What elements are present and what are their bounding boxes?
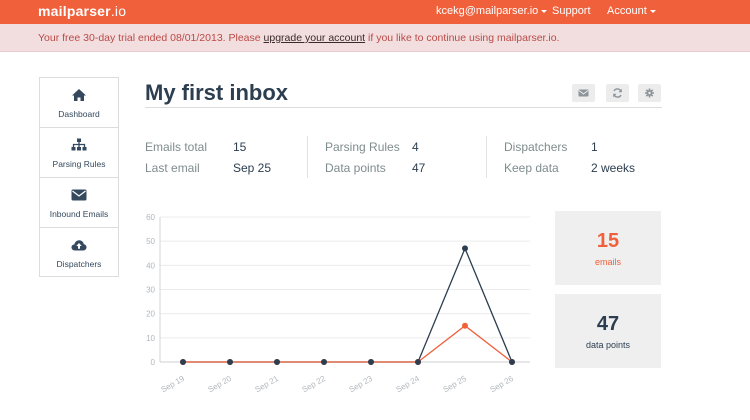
data-point xyxy=(462,322,468,329)
support-link[interactable]: Support xyxy=(552,5,591,17)
brand-name: mailparser xyxy=(38,3,111,19)
account-menu[interactable]: Account xyxy=(607,5,656,17)
y-tick-label: 60 xyxy=(146,213,155,222)
sidebar-item-label: Dashboard xyxy=(58,109,100,119)
stat-emails-total-label: Emails total xyxy=(145,140,208,154)
stat-data-points-value: 47 xyxy=(412,161,426,175)
email-button[interactable] xyxy=(572,84,595,102)
top-navbar: mailparser.io kcekg@mailparser.io Suppor… xyxy=(0,0,750,24)
data-point xyxy=(274,359,280,365)
page-title: My first inbox xyxy=(145,80,289,105)
data-point xyxy=(462,245,468,252)
stat-dispatchers-value: 1 xyxy=(591,140,598,154)
stat-emails-total-value: 15 xyxy=(233,140,247,154)
stat-last-email-label: Last email xyxy=(145,161,200,175)
y-tick-label: 20 xyxy=(146,310,155,319)
data-point xyxy=(321,359,327,365)
alert-message: Your free 30-day trial ended 08/01/2013.… xyxy=(38,32,559,44)
x-tick-label: Sep 22 xyxy=(301,374,328,395)
account-label: Account xyxy=(607,5,647,17)
data-points-label: data points xyxy=(585,340,631,350)
refresh-icon xyxy=(613,88,622,98)
stat-dispatchers-label: Dispatchers xyxy=(504,140,568,154)
trial-alert: Your free 30-day trial ended 08/01/2013.… xyxy=(0,24,750,52)
stat-parsing-rules-label: Parsing Rules xyxy=(325,140,400,154)
sitemap-icon xyxy=(71,138,87,151)
brand-tld: .io xyxy=(110,3,127,19)
refresh-button[interactable] xyxy=(606,84,629,102)
emails-count: 15 xyxy=(596,230,620,252)
data-point xyxy=(368,359,374,365)
y-tick-label: 40 xyxy=(146,261,155,270)
gear-icon xyxy=(645,88,654,98)
sidebar-item-label: Parsing Rules xyxy=(52,159,106,169)
emails-line-chart: 0 10 20 30 40 50 60 Sep 19 Sep 20 Sep 21 Sep 22 Sep… xyxy=(146,213,530,395)
data-points-card: 47 data points xyxy=(555,294,661,368)
y-tick-label: 30 xyxy=(146,286,155,295)
stat-parsing-rules-value: 4 xyxy=(412,140,419,154)
stat-last-email-value: Sep 25 xyxy=(233,161,272,175)
chevron-down-icon xyxy=(649,9,656,13)
sidebar: Dashboard Parsing Rules Inbound Emails D… xyxy=(39,77,119,277)
brand-logo[interactable]: mailparser.io xyxy=(38,3,126,19)
data-point xyxy=(180,359,186,365)
data-point xyxy=(227,359,233,365)
stat-keep-data-value: 2 weeks xyxy=(591,161,636,175)
chevron-down-icon xyxy=(541,9,548,13)
x-tick-label: Sep 21 xyxy=(254,374,281,395)
emails-card: 15 emails xyxy=(555,211,661,285)
x-tick-label: Sep 24 xyxy=(395,374,422,395)
alert-text-before: Your free 30-day trial ended 08/01/2013.… xyxy=(38,32,264,44)
cloud-upload-icon xyxy=(71,240,87,251)
data-point xyxy=(509,359,515,365)
user-email: kcekg@mailparser.io xyxy=(436,5,539,17)
data-points-count: 47 xyxy=(596,313,620,335)
envelope-icon xyxy=(578,89,589,97)
y-tick-label: 0 xyxy=(151,358,156,367)
sidebar-item-inbound-emails[interactable]: Inbound Emails xyxy=(40,178,118,228)
x-tick-label: Sep 19 xyxy=(160,374,187,395)
sidebar-item-dashboard[interactable]: Dashboard xyxy=(40,78,118,128)
x-tick-label: Sep 25 xyxy=(442,374,469,395)
x-tick-label: Sep 23 xyxy=(348,374,375,395)
title-divider xyxy=(145,107,662,108)
stat-keep-data-label: Keep data xyxy=(504,161,559,175)
stat-data-points-label: Data points xyxy=(325,161,386,175)
emails-label: emails xyxy=(594,257,621,267)
settings-button[interactable] xyxy=(638,84,661,102)
y-tick-label: 10 xyxy=(146,334,155,343)
user-menu[interactable]: kcekg@mailparser.io xyxy=(436,5,548,17)
sidebar-item-parsing-rules[interactable]: Parsing Rules xyxy=(40,128,118,178)
alert-text-after: if you like to continue using mailparser… xyxy=(365,32,560,44)
sidebar-item-dispatchers[interactable]: Dispatchers xyxy=(40,228,118,278)
series-line-1 xyxy=(183,324,513,363)
y-tick-label: 50 xyxy=(146,237,155,246)
x-tick-label: Sep 26 xyxy=(489,374,516,395)
data-point xyxy=(415,359,421,365)
stats-divider xyxy=(307,136,308,178)
upgrade-account-link[interactable]: upgrade your account xyxy=(264,32,366,44)
x-tick-label: Sep 20 xyxy=(207,374,234,395)
sidebar-item-label: Dispatchers xyxy=(56,259,102,269)
home-icon xyxy=(72,89,86,101)
envelope-icon xyxy=(71,189,87,201)
sidebar-item-label: Inbound Emails xyxy=(49,209,109,219)
stats-divider xyxy=(486,136,487,178)
